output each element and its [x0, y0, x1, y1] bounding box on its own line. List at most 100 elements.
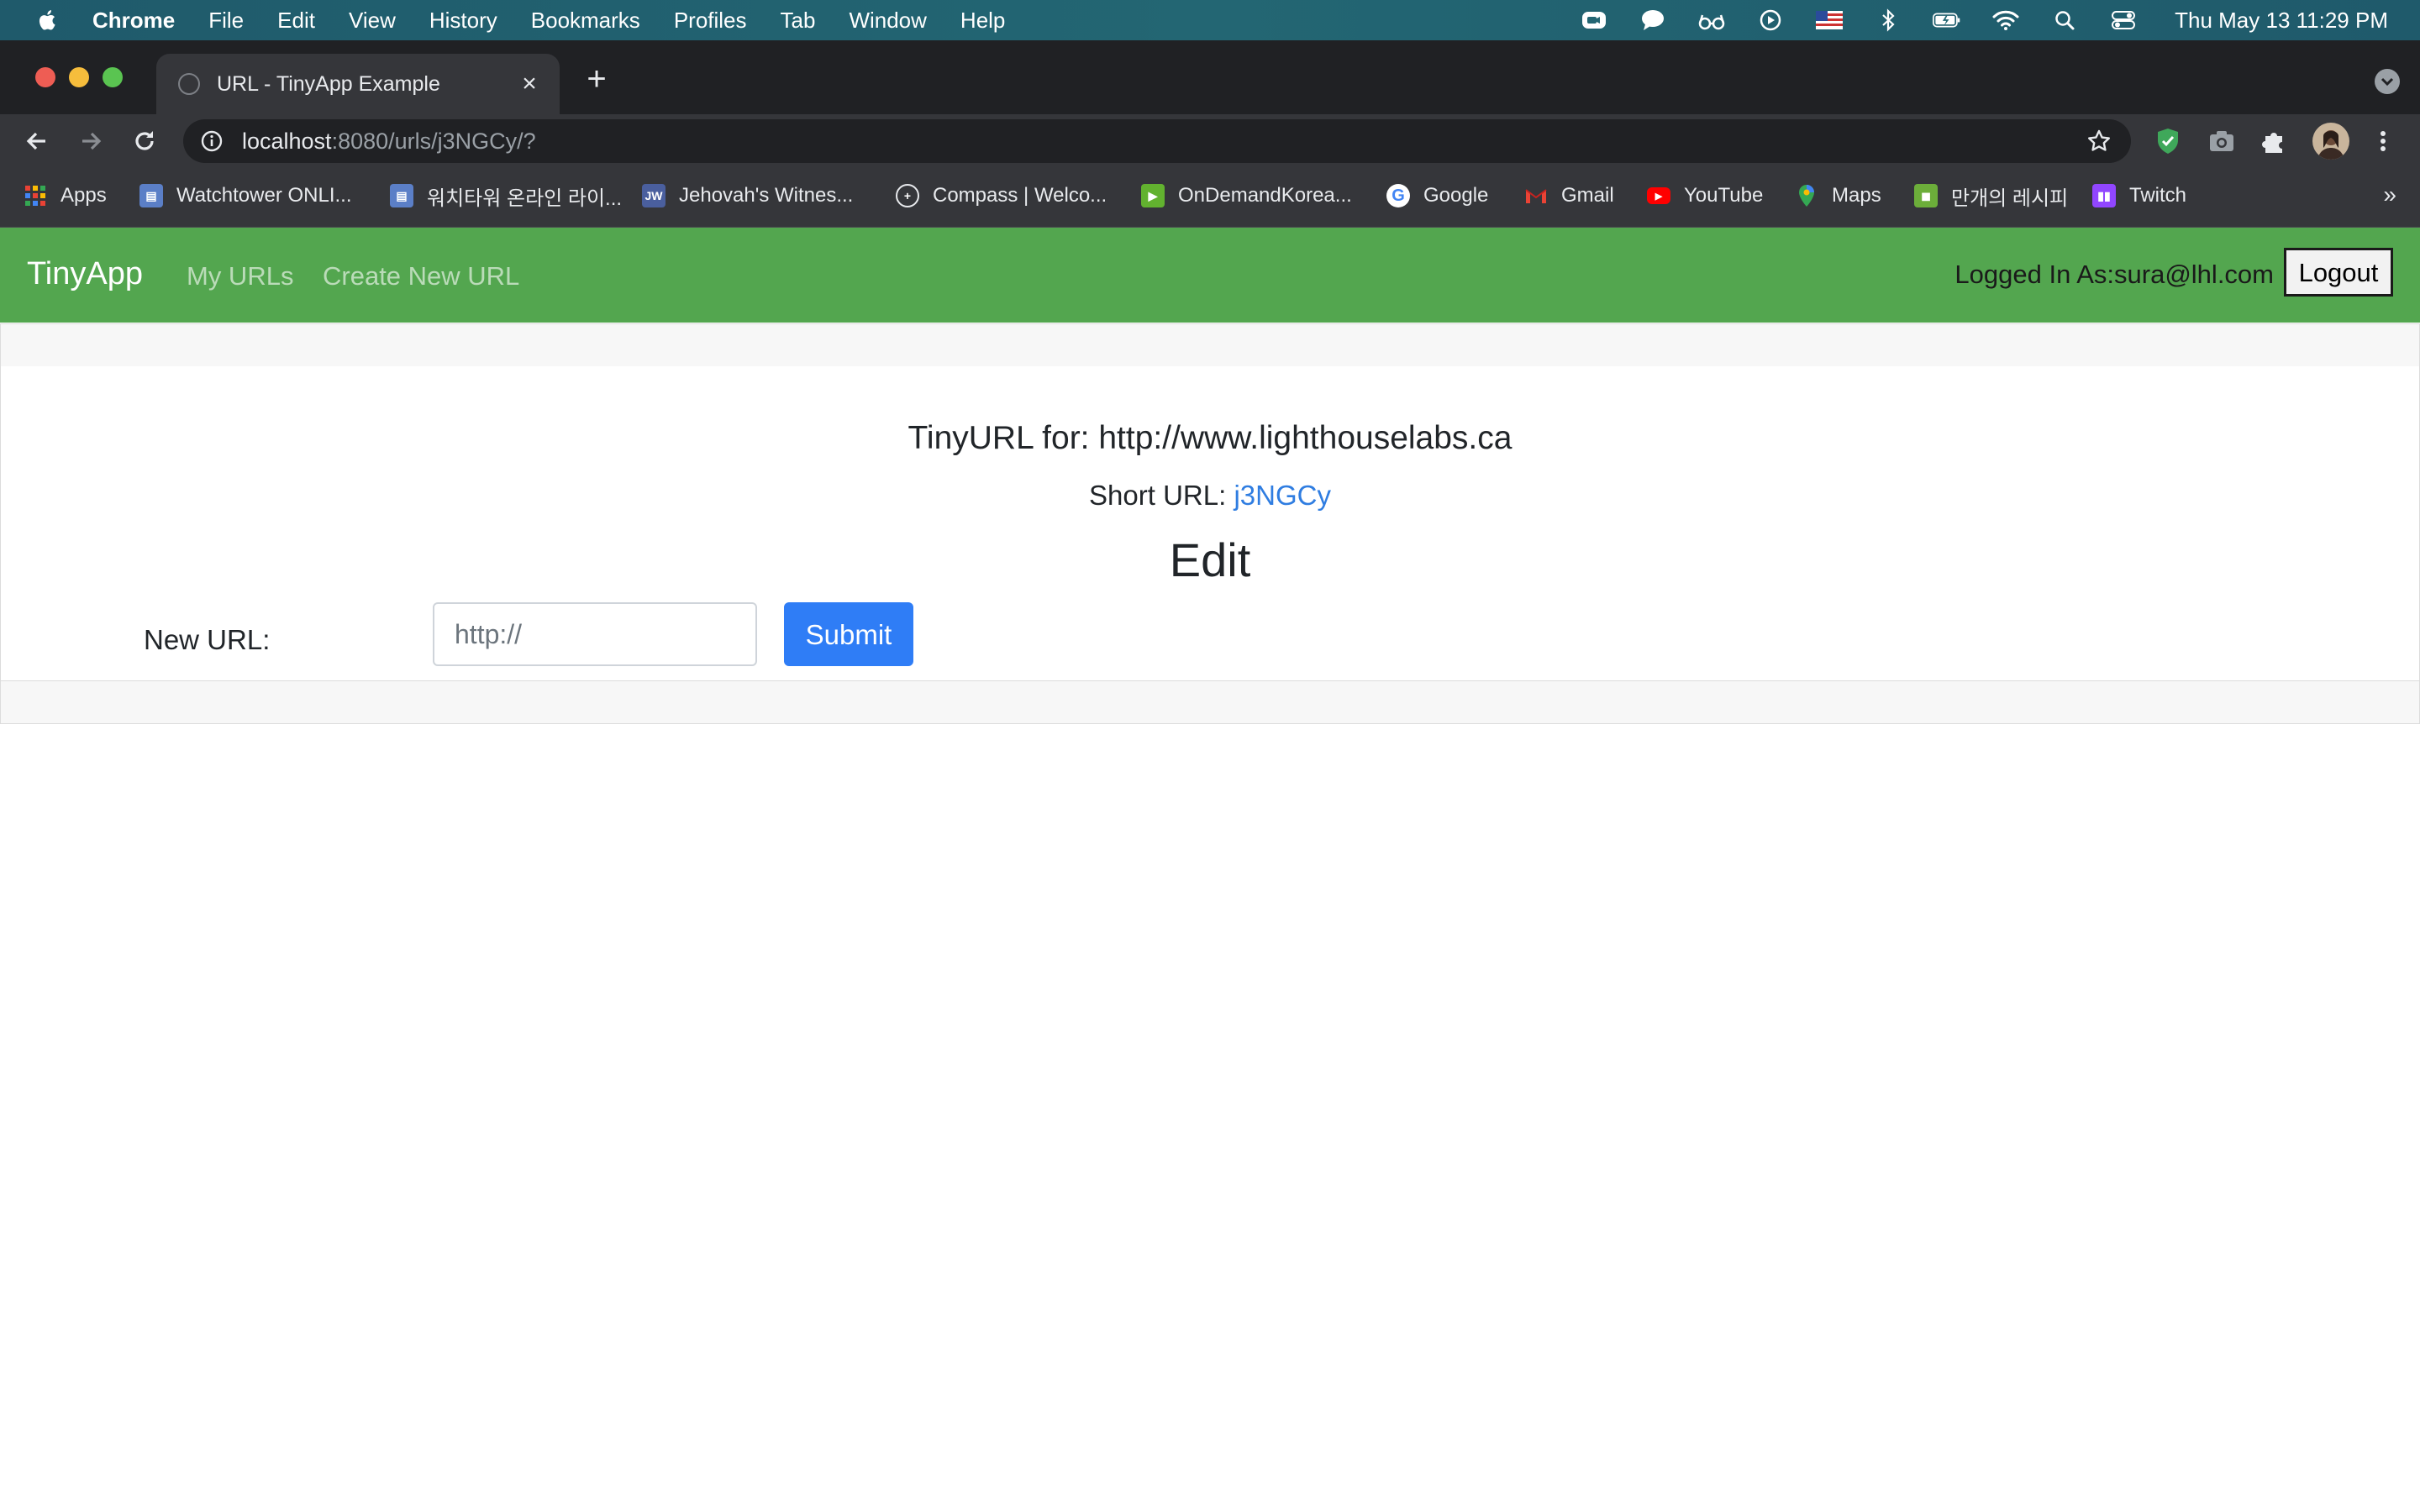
bookmark-label: OnDemandKorea... — [1178, 184, 1352, 207]
short-url-label: Short URL: — [1089, 480, 1234, 511]
bookmark-twitch[interactable]: ▮▮ Twitch — [2092, 168, 2186, 223]
us-flag-icon[interactable] — [1815, 8, 1844, 33]
window-zoom-button[interactable] — [103, 67, 123, 87]
bookmarks-bar: Apps ▤ Watchtower ONLI... ▤ 워치타워 온라인 라이.… — [0, 168, 2420, 228]
bookmark-youtube[interactable]: ▶ YouTube — [1647, 168, 1763, 223]
control-center-icon[interactable] — [2109, 8, 2138, 33]
menu-file[interactable]: File — [208, 8, 244, 34]
card-footer — [0, 680, 2420, 724]
bookmark-label: Gmail — [1561, 184, 1614, 207]
address-bar[interactable]: localhost :8080/urls/j3NGCy/? — [183, 119, 2131, 163]
reload-icon[interactable] — [128, 124, 161, 158]
ondemandkorea-icon: ▶ — [1141, 184, 1165, 207]
menu-window[interactable]: Window — [849, 8, 926, 34]
forward-arrow-icon[interactable] — [74, 124, 108, 158]
submit-button[interactable]: Submit — [784, 602, 913, 666]
browser-tab-strip: URL - TinyApp Example × + — [0, 40, 2420, 114]
bookmark-gmail[interactable]: Gmail — [1524, 168, 1614, 223]
reader-glasses-icon[interactable] — [1697, 8, 1726, 33]
menu-view[interactable]: View — [349, 8, 396, 34]
short-url-line: Short URL: j3NGCy — [1, 480, 2419, 512]
edit-heading: Edit — [1169, 533, 1251, 586]
tinyapp-navbar: TinyApp My URLs Create New URL Logged In… — [0, 228, 2420, 323]
gmail-icon — [1524, 184, 1548, 207]
bookmark-label: Maps — [1832, 184, 1881, 207]
battery-icon[interactable] — [1933, 8, 1961, 33]
menu-edit[interactable]: Edit — [277, 8, 315, 34]
nav-link-my-urls[interactable]: My URLs — [187, 261, 293, 291]
nav-link-create-new-url[interactable]: Create New URL — [323, 261, 519, 291]
menu-tab[interactable]: Tab — [781, 8, 816, 34]
maps-icon — [1795, 184, 1818, 207]
bookmark-watchtower[interactable]: ▤ Watchtower ONLI... — [139, 168, 352, 223]
bookmark-maps[interactable]: Maps — [1795, 168, 1881, 223]
globe-favicon-icon — [178, 73, 200, 95]
bookmark-label: YouTube — [1684, 184, 1764, 207]
tab-search-chevron-icon[interactable] — [2375, 69, 2400, 94]
bookmark-recipe[interactable]: ◼ 만개의 레시피 — [1914, 168, 2068, 223]
menu-bar-clock[interactable]: Thu May 13 11:29 PM — [2175, 8, 2388, 34]
chrome-menu-kebab-icon[interactable] — [2368, 126, 2398, 156]
logout-button[interactable]: Logout — [2284, 248, 2393, 297]
extensions-puzzle-icon[interactable] — [2259, 126, 2289, 156]
menu-profiles[interactable]: Profiles — [674, 8, 747, 34]
compass-icon: + — [896, 184, 919, 207]
bookmark-label: Google — [1423, 184, 1489, 207]
url-detail-card: TinyURL for: http://www.lighthouselabs.c… — [0, 366, 2420, 680]
menu-help[interactable]: Help — [960, 8, 1005, 34]
bookmark-label: Compass | Welco... — [933, 184, 1107, 207]
short-url-link[interactable]: j3NGCy — [1234, 480, 1331, 511]
apps-grid-icon — [24, 184, 47, 207]
brand-link[interactable]: TinyApp — [27, 256, 143, 292]
recipe-icon: ◼ — [1914, 184, 1938, 207]
site-info-icon[interactable] — [200, 129, 224, 153]
bookmark-jw[interactable]: JW Jehovah's Witnes... — [642, 168, 853, 223]
menu-bar-status-area: Thu May 13 11:29 PM — [1549, 0, 2388, 40]
card-header — [0, 323, 2420, 367]
camera-extension-icon[interactable] — [2207, 126, 2237, 156]
url-host: localhost — [242, 128, 332, 154]
apple-logo-icon[interactable] — [35, 8, 60, 33]
youtube-icon: ▶ — [1647, 187, 1670, 204]
bookmark-label: 워치타워 온라인 라이... — [427, 186, 623, 210]
bookmark-label: Twitch — [2129, 184, 2187, 207]
tab-title: URL - TinyApp Example — [217, 71, 440, 96]
bookmark-label: Watchtower ONLI... — [176, 184, 352, 207]
menu-chrome[interactable]: Chrome — [92, 8, 175, 34]
zoom-icon[interactable] — [1580, 8, 1608, 33]
bookmark-ondemandkorea[interactable]: ▶ OnDemandKorea... — [1141, 168, 1352, 223]
bookmark-star-icon[interactable] — [2086, 128, 2112, 155]
menu-history[interactable]: History — [429, 8, 497, 34]
tab-close-icon[interactable]: × — [514, 69, 544, 99]
new-tab-plus-icon[interactable]: + — [580, 62, 613, 96]
browser-toolbar: localhost :8080/urls/j3NGCy/? — [0, 114, 2420, 168]
spotlight-search-icon[interactable] — [2050, 8, 2079, 33]
window-close-button[interactable] — [35, 67, 55, 87]
window-minimize-button[interactable] — [69, 67, 89, 87]
bookmark-google[interactable]: G Google — [1386, 168, 1488, 223]
menu-bookmarks[interactable]: Bookmarks — [531, 8, 640, 34]
jw-icon: JW — [642, 184, 666, 207]
bookmark-watchtower-korean[interactable]: ▤ 워치타워 온라인 라이... — [390, 168, 622, 223]
watchtower-icon: ▤ — [139, 184, 163, 207]
bookmark-label: 만개의 레시피 — [1951, 186, 2069, 210]
new-url-label: New URL: — [144, 624, 271, 655]
bluetooth-icon[interactable] — [1874, 8, 1902, 33]
bookmark-compass[interactable]: + Compass | Welco... — [896, 168, 1107, 223]
wifi-icon[interactable] — [1991, 8, 2020, 33]
bookmark-label: Apps — [60, 184, 107, 207]
browser-tab-active[interactable]: URL - TinyApp Example × — [156, 54, 560, 114]
url-path: :8080/urls/j3NGCy/? — [331, 128, 536, 154]
new-url-input[interactable]: http:// — [433, 602, 757, 666]
google-icon: G — [1386, 184, 1410, 207]
bookmark-apps[interactable]: Apps — [24, 168, 107, 223]
back-arrow-icon[interactable] — [20, 124, 54, 158]
bookmarks-overflow-icon[interactable]: » — [2383, 181, 2396, 208]
play-circle-icon[interactable] — [1756, 8, 1785, 33]
page-title: TinyURL for: http://www.lighthouselabs.c… — [908, 420, 1512, 456]
profile-avatar[interactable] — [2312, 123, 2349, 160]
watchtower-icon: ▤ — [390, 184, 413, 207]
messages-icon[interactable] — [1639, 8, 1667, 33]
twitch-icon: ▮▮ — [2092, 184, 2116, 207]
shield-extension-icon[interactable] — [2153, 126, 2183, 156]
